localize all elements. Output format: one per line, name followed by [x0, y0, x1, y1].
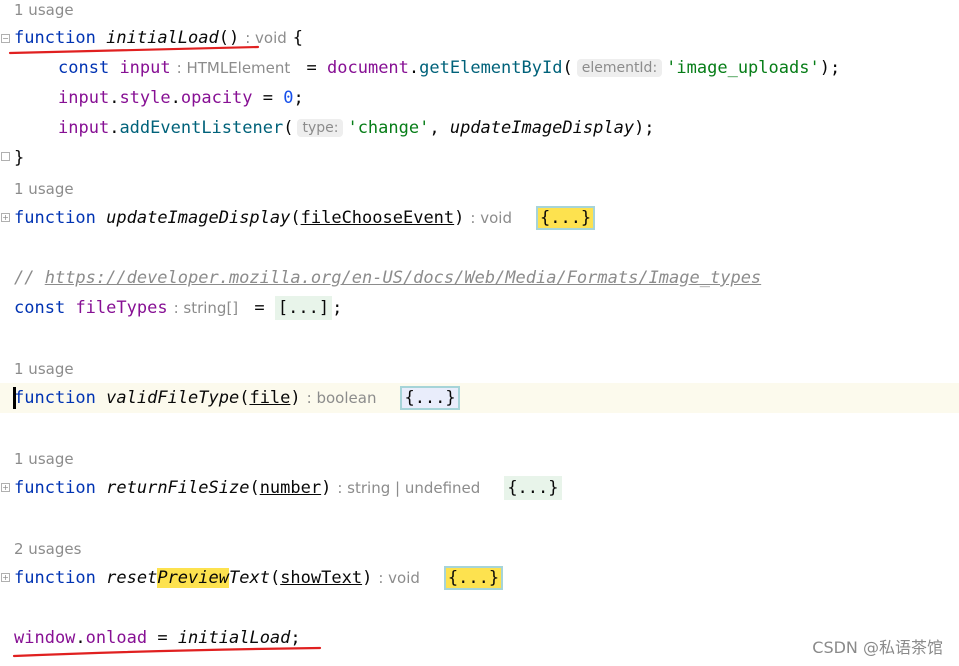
red-underline-initialload	[8, 45, 260, 55]
watermark: CSDN @私语茶馆	[812, 638, 943, 657]
red-underline-onload	[12, 646, 322, 658]
annotation-underlines	[8, 45, 322, 658]
